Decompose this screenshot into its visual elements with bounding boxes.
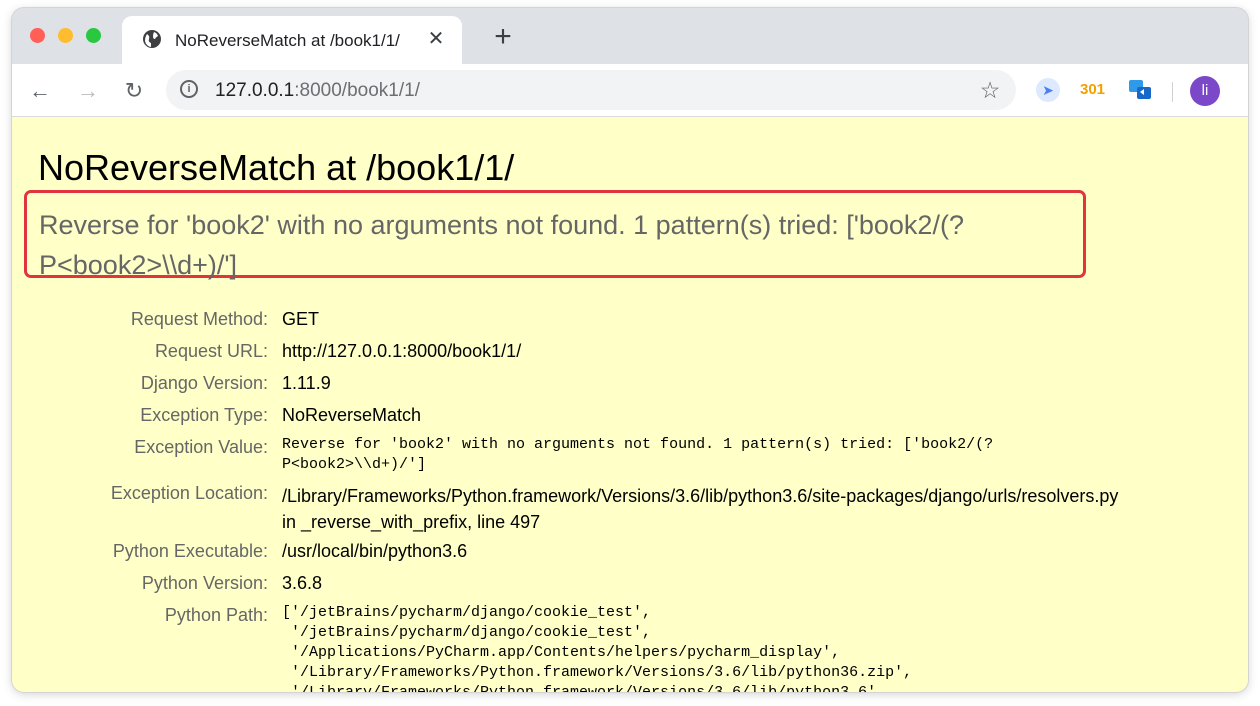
tab-strip: NoReverseMatch at /book1/1/ ✕ +	[12, 8, 1248, 66]
meta-value-mono: Reverse for 'book2' with no arguments no…	[282, 436, 994, 473]
tab-title: NoReverseMatch at /book1/1/	[175, 31, 400, 50]
meta-value: 1.11.9	[282, 373, 331, 393]
meta-label: Python Version:	[141, 573, 268, 593]
exception-summary: Reverse for 'book2' with no arguments no…	[24, 190, 1086, 280]
page-title: NoReverseMatch at /book1/1/	[38, 147, 515, 188]
meta-label: Request URL:	[154, 341, 268, 361]
toolbar: ← → ↻ i 127.0.0.1:8000/book1/1/ ☆ ➤ 301 …	[12, 64, 1248, 117]
close-window-button[interactable]	[30, 28, 45, 43]
minimize-window-button[interactable]	[58, 28, 73, 43]
close-tab-icon[interactable]: ✕	[424, 27, 448, 51]
meta-label: Exception Type:	[140, 405, 268, 425]
address-bar[interactable]: i 127.0.0.1:8000/book1/1/ ☆	[166, 70, 1016, 110]
meta-value: NoReverseMatch	[282, 405, 422, 425]
active-tab[interactable]: NoReverseMatch at /book1/1/ ✕	[122, 16, 462, 66]
sync-extension-icon[interactable]	[1127, 78, 1153, 102]
url-text[interactable]: 127.0.0.1:8000/book1/1/	[215, 80, 420, 102]
browser-window: NoReverseMatch at /book1/1/ ✕ + ← → ↻ i …	[12, 8, 1248, 692]
meta-value-mono: ['/jetBrains/pycharm/django/cookie_test'…	[282, 604, 913, 692]
toolbar-divider	[1172, 82, 1173, 102]
meta-label: Python Executable:	[112, 541, 268, 561]
meta-label: Python Path:	[164, 605, 268, 625]
meta-label: Exception Value:	[134, 437, 268, 457]
meta-value: 3.6.8	[282, 573, 323, 593]
zoom-window-button[interactable]	[86, 28, 101, 43]
meta-label: Request Method:	[130, 309, 268, 329]
url-host: 127.0.0.1	[215, 80, 295, 101]
meta-value: /usr/local/bin/python3.6	[282, 541, 468, 561]
meta-value: /Library/Frameworks/Python.framework/Ver…	[282, 486, 1119, 532]
info-icon[interactable]: i	[180, 80, 198, 98]
meta-label: Exception Location:	[110, 483, 268, 503]
meta-value: GET	[282, 309, 320, 329]
page-content: NoReverseMatch at /book1/1/ Reverse for …	[12, 117, 1248, 692]
reload-button[interactable]: ↻	[120, 77, 148, 105]
new-tab-button[interactable]: +	[488, 22, 518, 53]
url-path: :8000/book1/1/	[294, 80, 420, 101]
redirect-extension-icon[interactable]: 301	[1080, 78, 1110, 102]
back-button[interactable]: ←	[26, 77, 54, 105]
profile-avatar[interactable]: li	[1190, 76, 1220, 106]
globe-icon	[143, 30, 161, 48]
meta-value: http://127.0.0.1:8000/book1/1/	[282, 341, 522, 361]
bird-extension-icon[interactable]: ➤	[1036, 78, 1060, 102]
forward-button[interactable]: →	[74, 77, 102, 105]
meta-label: Django Version:	[140, 373, 268, 393]
star-icon[interactable]: ☆	[976, 76, 1004, 104]
